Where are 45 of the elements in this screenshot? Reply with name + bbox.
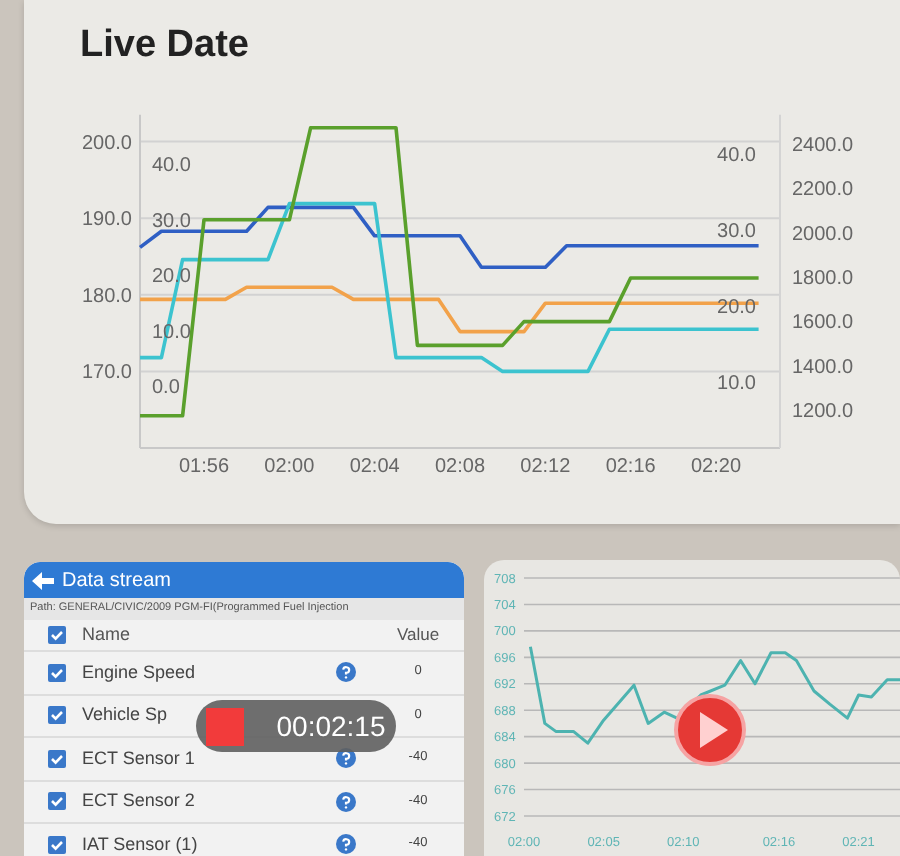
- checkbox[interactable]: [48, 792, 66, 811]
- axis-tick-label: 40.0: [717, 145, 756, 167]
- axis-tick-label: 190.0: [81, 209, 132, 232]
- parameter-name: ECT Sensor 2: [82, 788, 195, 814]
- axis-tick-label: 01:56: [178, 456, 230, 478]
- axis-tick-label: 180.0: [81, 285, 132, 308]
- screen-title: Data stream: [62, 567, 171, 595]
- axis-tick-label: 1400.0: [792, 356, 854, 379]
- axis-tick-label: 02:16: [605, 456, 656, 478]
- axis-tick-label: 30.0: [717, 221, 756, 243]
- axis-tick-label: 02:08: [434, 456, 486, 478]
- axis-tick-label: 1600.0: [792, 312, 854, 335]
- help-icon[interactable]: [336, 834, 356, 855]
- axis-tick-label: 02:04: [349, 456, 400, 478]
- axis-tick-label: 30.0: [152, 210, 191, 233]
- parameter-name: Engine Speed: [82, 659, 196, 686]
- parameter-name: ECT Sensor 1: [82, 745, 195, 771]
- checkbox[interactable]: [48, 626, 66, 644]
- help-icon[interactable]: [336, 662, 356, 683]
- axis-tick-label: 02:00: [264, 456, 315, 478]
- help-icon[interactable]: [336, 791, 356, 812]
- axis-tick-label: 1200.0: [792, 401, 854, 423]
- parameter-name: Vehicle Sp: [82, 702, 168, 728]
- axis-tick-label: 170.0: [81, 362, 132, 385]
- checkbox[interactable]: [48, 749, 66, 768]
- column-header: Value: [394, 622, 442, 648]
- axis-tick-label: 02:12: [520, 456, 571, 478]
- back-arrow-icon[interactable]: [32, 571, 54, 589]
- checkbox[interactable]: [48, 706, 66, 725]
- axis-tick-label: 200.0: [81, 132, 132, 155]
- recording-time: 00:02:15: [276, 707, 386, 745]
- axis-tick-label: 2400.0: [792, 135, 854, 157]
- axis-tick-label: 1800.0: [792, 268, 854, 290]
- checkbox[interactable]: [48, 835, 66, 854]
- axis-tick-label: 2000.0: [792, 223, 854, 246]
- axis-tick-label: 0.0: [152, 377, 180, 399]
- chart-title: Live Date: [78, 22, 251, 70]
- axis-tick-label: 40.0: [152, 155, 191, 177]
- axis-tick-label: 2200.0: [792, 179, 854, 202]
- axis-tick-label: 02:20: [690, 456, 742, 478]
- checkbox[interactable]: [48, 663, 66, 682]
- parameter-name: IAT Sensor (1): [82, 831, 198, 856]
- column-header: Name: [82, 621, 131, 648]
- axis-tick-label: 10.0: [717, 373, 756, 395]
- play-icon[interactable]: [674, 694, 746, 766]
